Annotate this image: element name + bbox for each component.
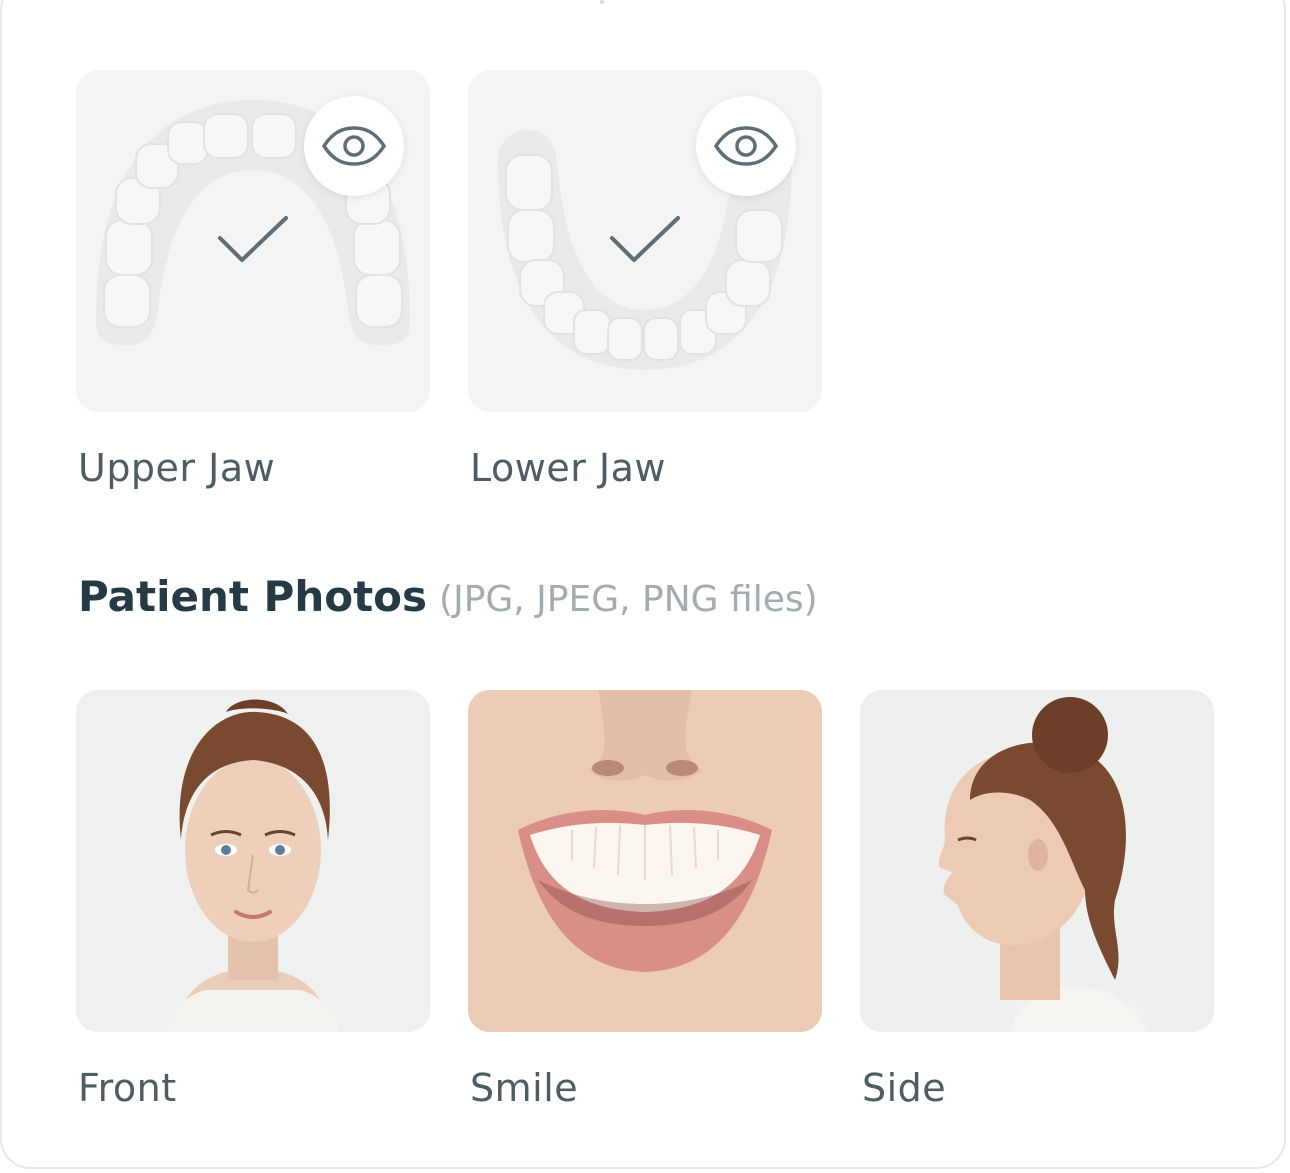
lower-jaw-scan-tile[interactable] [468, 70, 822, 412]
check-icon [610, 216, 680, 262]
smile-photo-tile[interactable] [468, 690, 822, 1032]
front-photo-image [76, 690, 430, 1032]
lower-jaw-label: Lower Jaw [470, 446, 666, 490]
smile-label: Smile [470, 1066, 579, 1110]
check-icon [218, 216, 288, 262]
section-subtitle: (JPG, JPEG, PNG files) [439, 579, 818, 620]
upper-jaw-label: Upper Jaw [78, 446, 276, 490]
side-label: Side [862, 1066, 947, 1110]
view-upper-jaw-button[interactable] [304, 96, 404, 196]
side-photo-image [860, 690, 1214, 1032]
section-title: Patient Photos [78, 572, 428, 621]
eye-icon [321, 126, 387, 166]
panel-top-marker [600, 0, 604, 4]
smile-photo-image [468, 690, 822, 1032]
front-label: Front [78, 1066, 177, 1110]
patient-photos-heading: Patient Photos (JPG, JPEG, PNG files) [78, 572, 818, 621]
side-photo-tile[interactable] [860, 690, 1214, 1032]
eye-icon [713, 126, 779, 166]
upper-jaw-scan-tile[interactable] [76, 70, 430, 412]
front-photo-tile[interactable] [76, 690, 430, 1032]
view-lower-jaw-button[interactable] [696, 96, 796, 196]
